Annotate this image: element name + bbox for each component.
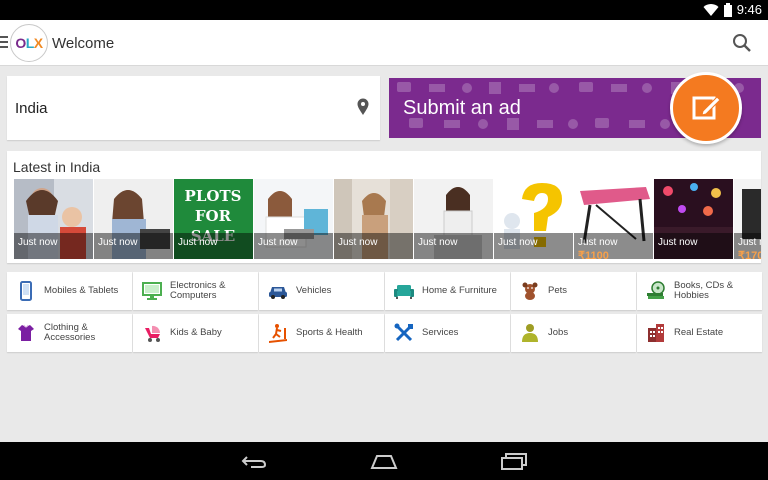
category-electronics-computers[interactable]: Electronics & Computers bbox=[133, 272, 258, 310]
listing-caption: Just now bbox=[654, 233, 733, 259]
listing-thumb[interactable]: Just now bbox=[654, 179, 733, 259]
listing-caption: Just now bbox=[94, 233, 173, 259]
category-label: Clothing & Accessories bbox=[44, 322, 96, 343]
tools-icon bbox=[394, 323, 413, 342]
category-mobiles-tablets[interactable]: Mobiles & Tablets bbox=[7, 272, 132, 310]
listing-time: Just now bbox=[258, 237, 298, 248]
listing-thumbnails[interactable]: Just now Just now PLOTS FOR SALE Just now … bbox=[14, 179, 761, 259]
category-label: Sports & Health bbox=[296, 327, 363, 338]
listing-time: Just now bbox=[18, 237, 58, 248]
home-icon[interactable] bbox=[369, 451, 399, 471]
clothing-icon bbox=[18, 324, 34, 341]
listing-thumb[interactable]: Just now bbox=[414, 179, 493, 259]
category-label: Home & Furniture bbox=[422, 285, 497, 296]
battery-icon bbox=[723, 2, 732, 17]
back-icon[interactable] bbox=[239, 451, 269, 471]
listing-time: Just now bbox=[578, 237, 618, 248]
stroller-icon bbox=[145, 325, 161, 342]
listing-caption: Just nc ₹1700 bbox=[734, 233, 761, 259]
latest-title: Latest in India bbox=[13, 159, 101, 175]
listing-thumb[interactable]: Just now bbox=[494, 179, 573, 259]
plot-sign-line2: FOR bbox=[195, 207, 232, 225]
category-services[interactable]: Services bbox=[385, 314, 510, 352]
category-home-furniture[interactable]: Home & Furniture bbox=[385, 272, 510, 310]
olx-logo[interactable]: OLX bbox=[10, 24, 48, 62]
action-bar: OLX Welcome bbox=[0, 20, 768, 66]
category-label: Real Estate bbox=[674, 327, 724, 338]
edit-icon bbox=[692, 96, 721, 120]
location-pin-icon bbox=[357, 98, 369, 115]
status-icons: 9:46 bbox=[703, 2, 762, 17]
category-books-cds-hobbies[interactable]: Books, CDs & Hobbies bbox=[637, 272, 762, 310]
mobile-icon bbox=[20, 281, 32, 301]
wifi-icon bbox=[703, 3, 719, 16]
location-value: India bbox=[15, 100, 48, 117]
category-jobs[interactable]: Jobs bbox=[511, 314, 636, 352]
listing-caption: Just now bbox=[334, 233, 413, 259]
listing-thumb[interactable]: Just now bbox=[14, 179, 93, 259]
listing-caption: Just now bbox=[414, 233, 493, 259]
submit-ad-label: Submit an ad bbox=[403, 97, 521, 119]
car-icon bbox=[269, 287, 287, 299]
category-real-estate[interactable]: Real Estate bbox=[637, 314, 762, 352]
category-label: Pets bbox=[548, 285, 568, 296]
category-label: Services bbox=[422, 327, 459, 338]
page-title: Welcome bbox=[52, 35, 115, 52]
logo-l: L bbox=[25, 35, 35, 51]
listing-time: Just now bbox=[418, 237, 458, 248]
listing-price: ₹1100 bbox=[578, 250, 609, 259]
pet-icon bbox=[522, 282, 538, 300]
listing-caption: Just now bbox=[174, 233, 253, 259]
status-bar: 9:46 bbox=[0, 0, 768, 20]
latest-listings: Latest in India Just now Just now PLOTS F… bbox=[7, 151, 761, 263]
submit-ad-fab[interactable] bbox=[670, 72, 742, 144]
category-label: Jobs bbox=[548, 327, 569, 338]
category-pets[interactable]: Pets bbox=[511, 272, 636, 310]
listing-price: ₹1700 bbox=[738, 250, 761, 259]
listing-time: Just now bbox=[98, 237, 138, 248]
status-time: 9:46 bbox=[736, 2, 762, 17]
location-selector[interactable]: India bbox=[7, 76, 380, 140]
listing-thumb[interactable]: Just now bbox=[254, 179, 333, 259]
category-label: Kids & Baby bbox=[170, 327, 222, 338]
listing-caption: Just now bbox=[254, 233, 333, 259]
category-clothing-accessories[interactable]: Clothing & Accessories bbox=[7, 314, 132, 352]
category-sports-health[interactable]: Sports & Health bbox=[259, 314, 384, 352]
listing-caption: Just now bbox=[494, 233, 573, 259]
listing-thumb[interactable]: PLOTS FOR SALE Just now bbox=[174, 179, 253, 259]
category-vehicles[interactable]: Vehicles bbox=[259, 272, 384, 310]
books-icon bbox=[647, 281, 665, 299]
logo-x: X bbox=[33, 35, 43, 51]
navigation-bar bbox=[0, 442, 768, 480]
sofa-icon bbox=[394, 285, 414, 299]
listing-thumb[interactable]: Just now bbox=[334, 179, 413, 259]
listing-time: Just now bbox=[338, 237, 378, 248]
listing-thumb[interactable]: Just nc ₹1700 bbox=[734, 179, 761, 259]
person-icon bbox=[522, 324, 538, 342]
category-label: Vehicles bbox=[296, 285, 332, 296]
listing-thumb[interactable]: Just now bbox=[94, 179, 173, 259]
listing-time: Just now bbox=[498, 237, 538, 248]
listing-caption: Just now ₹1100 bbox=[574, 233, 653, 259]
category-label: Electronics & Computers bbox=[170, 280, 226, 301]
building-icon bbox=[648, 324, 664, 342]
monitor-icon bbox=[142, 282, 162, 300]
listing-time: Just now bbox=[658, 237, 698, 248]
listing-caption: Just now bbox=[14, 233, 93, 259]
menu-icon[interactable] bbox=[0, 34, 8, 50]
listing-time: Just now bbox=[178, 237, 218, 248]
category-label: Mobiles & Tablets bbox=[44, 285, 119, 296]
category-label: Books, CDs & Hobbies bbox=[674, 280, 734, 301]
category-kids-baby[interactable]: Kids & Baby bbox=[133, 314, 258, 352]
search-icon[interactable] bbox=[732, 33, 752, 53]
recents-icon[interactable] bbox=[500, 451, 530, 471]
logo-o: O bbox=[15, 35, 26, 51]
plot-sign-line1: PLOTS bbox=[185, 187, 242, 205]
treadmill-icon bbox=[269, 324, 287, 343]
listing-thumb[interactable]: Just now ₹1100 bbox=[574, 179, 653, 259]
listing-time: Just nc bbox=[738, 237, 761, 248]
